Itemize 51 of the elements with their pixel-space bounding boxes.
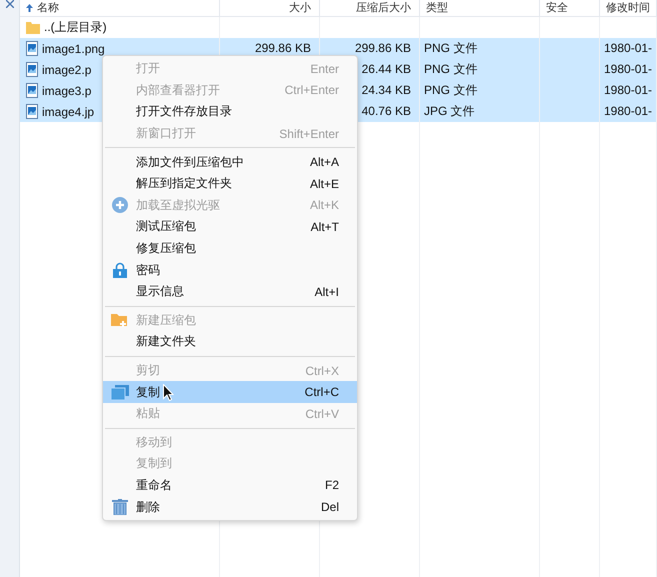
table-cell: 299.86 KB <box>354 41 411 55</box>
table-cell: 299.86 KB <box>254 41 311 55</box>
file-name: image3.p <box>42 84 92 98</box>
menu-label: 修复压缩包 <box>136 240 196 258</box>
shortcut-label: Ctrl+C <box>304 385 339 400</box>
shortcut-label: Alt+T <box>310 220 339 234</box>
menu-label: 复制到 <box>136 455 172 472</box>
file-name: image1.png <box>42 42 105 56</box>
file-name: image4.jp <box>42 104 94 118</box>
menu-label: 显示信息 <box>136 283 184 300</box>
shortcut-label: Alt+E <box>310 176 339 191</box>
table-cell: 26.44 KB <box>362 62 411 76</box>
shortcut-label: Ctrl+Enter <box>284 83 339 98</box>
table-cell: 1980-01- <box>604 83 652 97</box>
menu-label: 打开 <box>136 60 160 78</box>
menu-label: 删除 <box>136 498 160 516</box>
menu-label: 重命名 <box>136 476 172 494</box>
menu-label: 添加文件到压缩包中 <box>136 154 244 171</box>
shortcut-label: Alt+A <box>310 155 339 170</box>
table-cell: 1980-01- <box>604 62 652 76</box>
table-cell: PNG 文件 <box>424 62 478 76</box>
table-cell: 40.76 KB <box>362 104 411 118</box>
file-name: image2.p <box>42 62 92 76</box>
menu-label: 加载至虚拟光驱 <box>136 196 220 214</box>
shortcut-label: Ctrl+X <box>305 364 339 378</box>
menu-label: 新窗口打开 <box>136 125 196 142</box>
shortcut-label: Alt+I <box>314 284 339 299</box>
menu-label: 新建压缩包 <box>136 312 196 329</box>
shortcut-label: Shift+Enter <box>279 126 339 141</box>
menu-label: 剪切 <box>136 362 160 380</box>
menu-label: 移动到 <box>136 434 172 451</box>
menu-label: 测试压缩包 <box>136 218 196 236</box>
menu-label: 解压到指定文件夹 <box>136 175 232 192</box>
table-cell: PNG 文件 <box>424 41 478 55</box>
menu-label: 复制 <box>136 384 160 401</box>
shortcut-label: Ctrl+V <box>305 406 339 421</box>
table-cell: 24.34 KB <box>362 83 411 97</box>
table-cell: 1980-01- <box>604 104 652 118</box>
shortcut-label: Enter <box>310 62 339 76</box>
menu-label: 新建文件夹 <box>136 333 196 350</box>
shortcut-label: F2 <box>324 478 339 492</box>
shortcut-label: Del <box>320 500 339 514</box>
menu-label: 内部查看器打开 <box>136 82 220 99</box>
menu-label: 打开文件存放目录 <box>136 103 232 120</box>
file-name: ..(上层目录) <box>44 19 107 36</box>
menu-label: 粘贴 <box>136 405 160 422</box>
table-cell: 1980-01- <box>604 41 652 55</box>
table-cell: PNG 文件 <box>424 83 478 97</box>
shortcut-label: Alt+K <box>310 198 339 212</box>
menu-label: 密码 <box>136 262 160 279</box>
table-cell: JPG 文件 <box>424 104 475 118</box>
